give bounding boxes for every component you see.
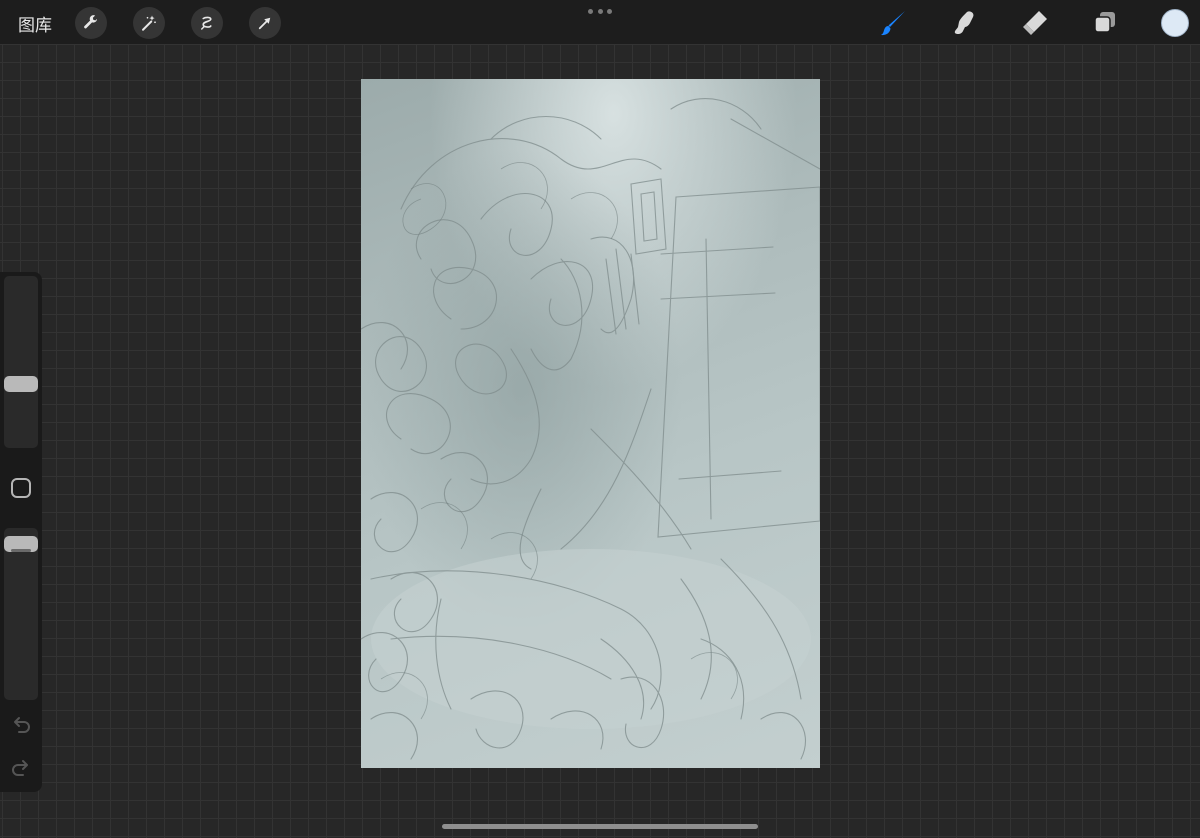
eraser-icon [1023,11,1047,35]
redo-icon[interactable] [10,757,32,779]
eraser-tool-button[interactable] [1018,6,1052,40]
modify-button[interactable] [11,478,31,498]
side-bar [0,272,42,792]
color-picker-button[interactable] [1161,9,1189,37]
adjustments-button[interactable] [133,7,165,39]
opacity-indicator [11,549,31,552]
brush-size-thumb[interactable] [4,375,38,392]
wrench-icon [84,15,97,29]
drawing-canvas[interactable] [361,79,820,768]
handle-dot [588,9,593,14]
procreate-app: 图库 [0,0,1200,838]
undo-icon[interactable] [10,714,32,736]
home-indicator[interactable] [442,824,758,829]
drag-handle[interactable] [588,9,612,15]
brush-size-slider[interactable] [4,276,38,448]
layers-icon [1094,12,1115,33]
sketch-artwork [361,79,820,768]
brush-tool-button[interactable] [876,6,910,40]
transform-arrow-icon [258,17,271,30]
handle-dot [607,9,612,14]
top-toolbar: 图库 [0,0,1200,44]
smudge-tool-button[interactable] [947,6,981,40]
smudge-icon [954,11,974,35]
magic-wand-icon [142,15,156,31]
actions-button[interactable] [75,7,107,39]
transform-button[interactable] [249,7,281,39]
selection-button[interactable] [191,7,223,39]
layers-button[interactable] [1088,6,1122,40]
selection-icon [201,16,212,30]
brush-icon [881,11,905,36]
gallery-button[interactable]: 图库 [18,11,52,36]
handle-dot [597,9,603,14]
opacity-slider[interactable] [4,528,38,700]
